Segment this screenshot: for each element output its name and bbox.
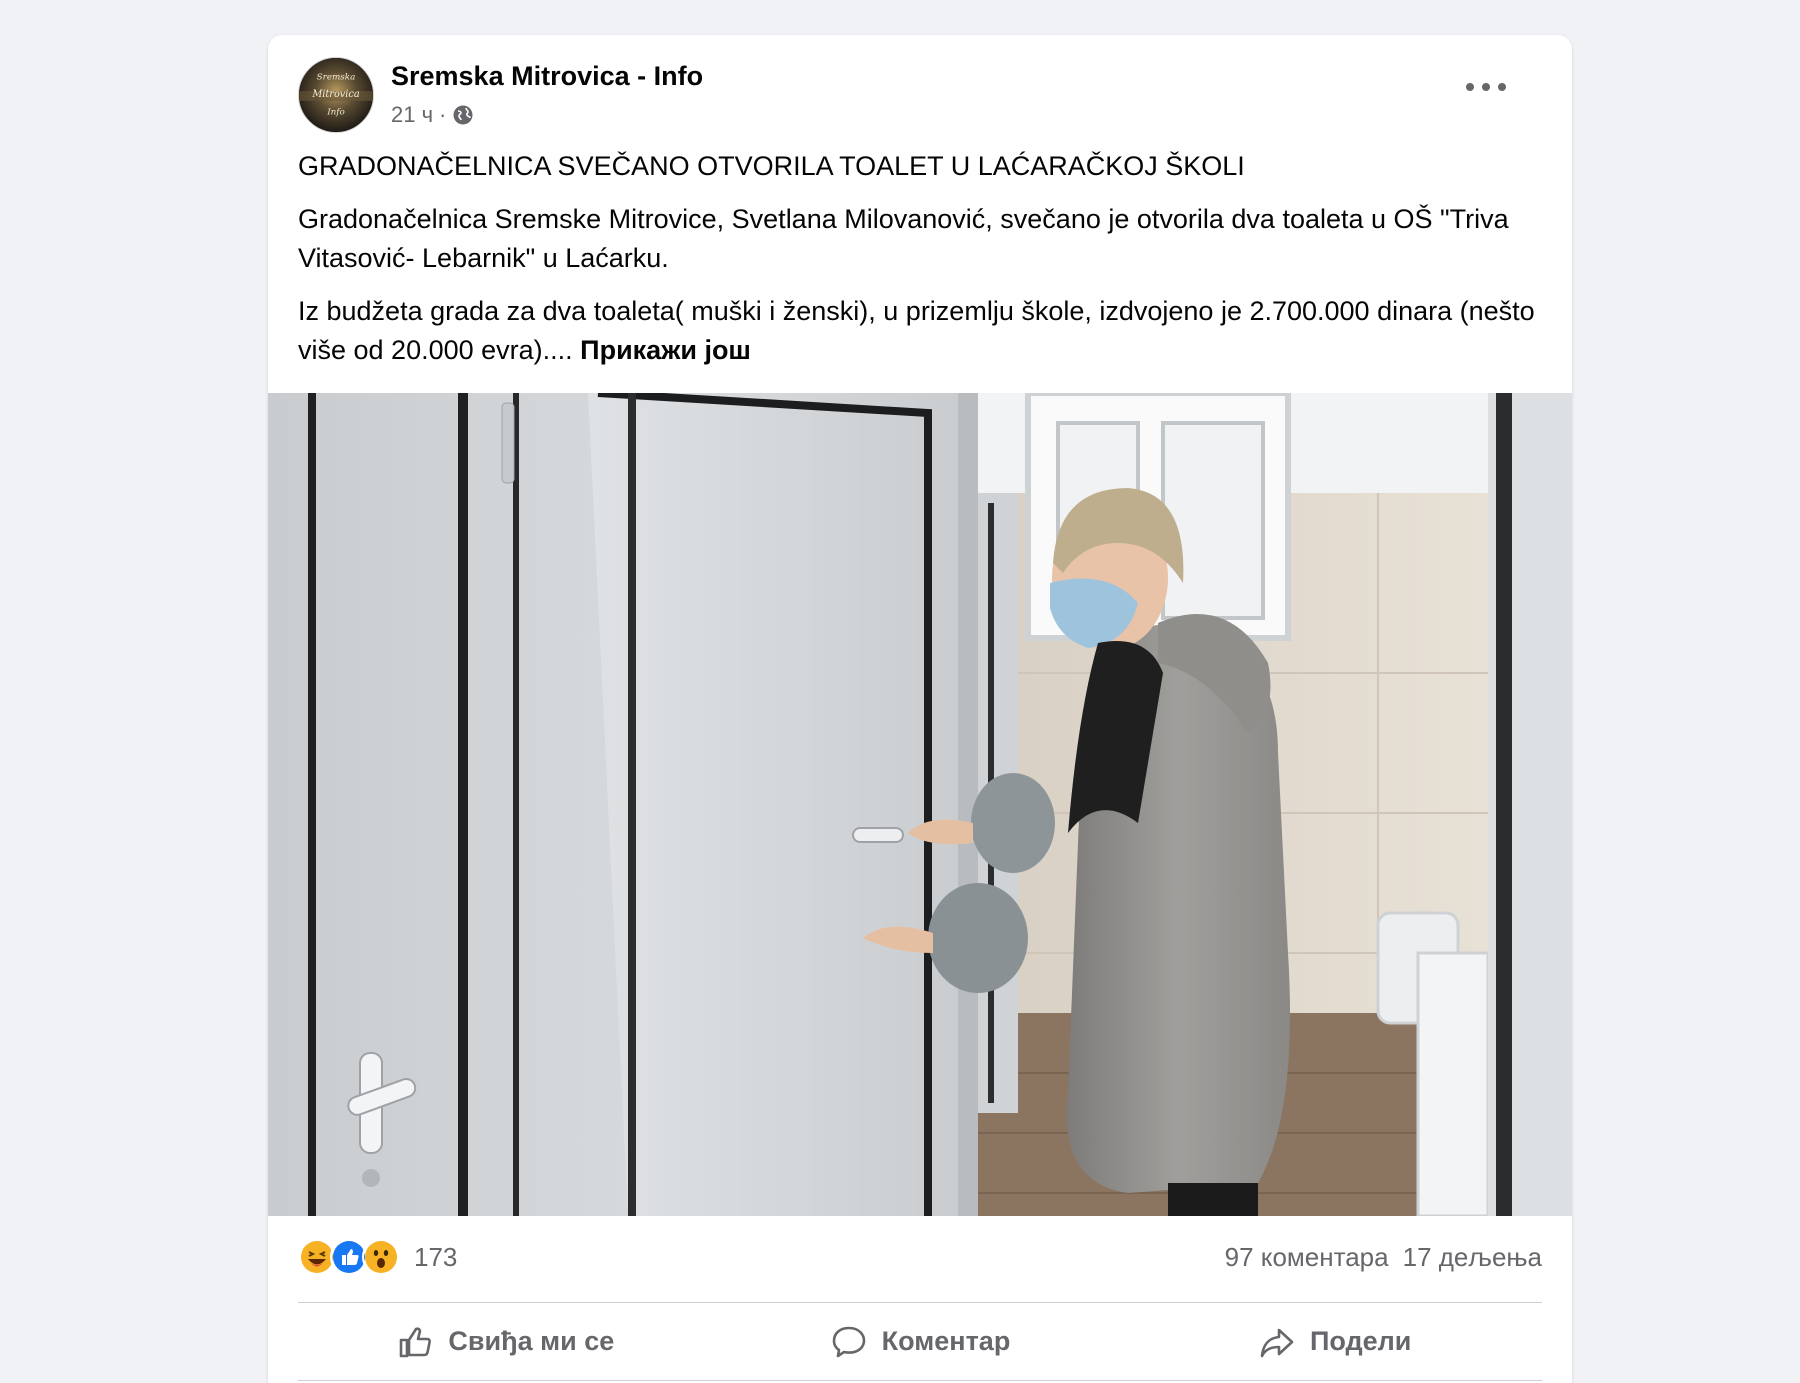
comments-count-link[interactable]: 97 коментара (1225, 1242, 1389, 1273)
page-avatar[interactable]: Sremska Mitrovica Info (298, 57, 374, 133)
shares-count-link[interactable]: 17 дељења (1403, 1242, 1542, 1273)
post-paragraph-2-text: Iz budžeta grada za dva toaleta( muški i… (298, 296, 1535, 365)
photo-illustration (268, 393, 1572, 1216)
share-button[interactable]: Подели (1127, 1303, 1542, 1380)
meta-separator: · (439, 102, 447, 127)
comment-button[interactable]: Коментар (713, 1303, 1128, 1380)
engagement-counts: 97 коментара 17 дељења (1225, 1242, 1542, 1273)
post-stats-bar: 173 97 коментара 17 дељења (298, 1216, 1542, 1303)
post-photo[interactable] (268, 393, 1572, 1216)
like-button-label: Свиђа ми се (448, 1326, 615, 1356)
svg-text:Mitrovica: Mitrovica (311, 89, 360, 100)
comment-icon (832, 1326, 865, 1357)
more-options-icon[interactable] (1466, 75, 1506, 99)
post-timestamp[interactable]: 21 ч (391, 102, 433, 128)
svg-text:Sremska: Sremska (317, 72, 356, 82)
comment-button-label: Коментар (881, 1326, 1011, 1356)
reactions-summary[interactable]: 173 (298, 1238, 457, 1276)
globe-icon (452, 104, 474, 126)
share-button-label: Подели (1309, 1326, 1412, 1356)
post-card: Sremska Mitrovica Info Sremska Mitrovica… (268, 35, 1572, 1383)
post-paragraph-1: Gradonačelnica Sremske Mitrovice, Svetla… (298, 204, 1509, 273)
post-header: Sremska Mitrovica Info Sremska Mitrovica… (298, 57, 1542, 137)
avatar-logo-image: Sremska Mitrovica Info (299, 58, 373, 132)
page-name-link[interactable]: Sremska Mitrovica - Info (391, 61, 703, 92)
post-paragraph-2: Iz budžeta grada za dva toaleta( muški i… (298, 292, 1542, 370)
thumbs-up-icon (400, 1326, 432, 1357)
post-headline: GRADONAČELNICA SVEČANO OTVORILA TOALET U… (298, 151, 1245, 181)
post-actions-bar: Свиђа ми се Коментар Подели (298, 1303, 1542, 1381)
see-more-link[interactable]: Прикажи још (580, 335, 751, 365)
reaction-count: 173 (414, 1241, 458, 1272)
share-arrow-icon (1260, 1328, 1294, 1357)
post-meta: 21 ч · (391, 102, 474, 128)
post-text: GRADONAČELNICA SVEČANO OTVORILA TOALET U… (298, 147, 1542, 384)
wow-reaction-icon (362, 1238, 400, 1276)
like-button[interactable]: Свиђа ми се (298, 1303, 713, 1380)
svg-text:Info: Info (326, 107, 345, 117)
